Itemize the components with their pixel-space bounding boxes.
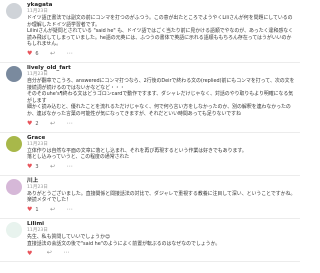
heart-icon: ♥: [27, 120, 33, 128]
avatar[interactable]: [6, 65, 22, 82]
comment-paragraph: 先生、私も質問していいでしょうか😊: [27, 233, 111, 240]
heart-icon: ♥: [27, 163, 33, 171]
comment-item: 川上 11月23日 ありがとうございました。直接関係と間接話法の対比で、ダジャレで重…: [0, 176, 300, 219]
comment-paragraph: 落とし込みっていうと、この程度の通常された: [27, 154, 130, 161]
like-button[interactable]: ♥ 3: [27, 163, 39, 170]
like-button[interactable]: ♥ 2: [27, 120, 39, 127]
comment-item: Grace 11月23日 立体作りは自然な平面の文章に落とし込まれ、それを再び再現す…: [0, 133, 300, 176]
more-icon[interactable]: ⋯: [66, 163, 74, 171]
comment-body: Grace 11月23日 立体作りは自然な平面の文章に落とし込まれ、それを再び再現す…: [27, 133, 296, 175]
comment-text: 先生、私も質問していいでしょうか😊 直接話法の会話文の後で"said he"のよう…: [27, 234, 296, 247]
comment-paragraph: 自分が翻章でこうろ、answeredにコンマ打つなら、2行後のDeirで終わる文…: [27, 77, 295, 91]
reply-icon[interactable]: ↩: [49, 120, 57, 128]
comment-author[interactable]: ykagata: [27, 2, 296, 9]
comment-actions: ♥ 6 ↩ ⋯: [27, 49, 296, 59]
comment-actions: ♥ 3 ↩ ⋯: [27, 162, 296, 172]
comment-text: 立体作りは自然な平面の文章に落とし込まれ、それを再び再現するという作業は好きでも…: [27, 148, 296, 161]
comment-author[interactable]: 川上: [27, 178, 296, 185]
comment-body: Lilimi 11月23日 先生、私も質問していいでしょうか😊 直接話法の会話文の後で…: [27, 219, 296, 261]
more-icon[interactable]: ⋯: [66, 120, 74, 128]
comment-body: lively_old_fart 11月23日 自分が翻章でこうろ、answeredに…: [27, 63, 296, 132]
comment-body: 川上 11月23日 ありがとうございました。直接関係と間接話法の対比で、ダジャレで重…: [27, 176, 296, 218]
comment-actions: ♥ 1 ↩ ⋯: [27, 205, 296, 215]
comment-text: 自分が翻章でこうろ、answeredにコンマ打つなら、2行後のDeirで終わる文…: [27, 78, 296, 118]
comment-item: lively_old_fart 11月23日 自分が翻章でこうろ、answeredに…: [0, 63, 300, 133]
comment-author[interactable]: lively_old_fart: [27, 65, 296, 72]
reply-icon[interactable]: ↩: [49, 206, 57, 214]
comment-paragraph: そのそのuhe's¶終わる文はどうゴロンcardで動作ですます、ダシャレだけじゃ…: [27, 91, 294, 104]
comment-paragraph: 細かく読み込むと、優れたことを流れるただけじゃなく、何で何ら言い方をしなかったの…: [27, 104, 291, 117]
like-count: 3: [35, 163, 39, 170]
reply-icon[interactable]: ↩: [45, 249, 53, 257]
more-icon[interactable]: ⋯: [62, 249, 70, 257]
comment-paragraph: ドイツ語正書法では副文の前にコンマを打つのがふつう。この意が出たところでようやく…: [27, 15, 293, 28]
comment-text: ドイツ語正書法では副文の前にコンマを打つのがふつう。この意が出たところでようやく…: [27, 15, 296, 48]
avatar[interactable]: [6, 178, 22, 195]
like-button[interactable]: ♥ 6: [27, 50, 39, 57]
more-icon[interactable]: ⋯: [66, 50, 74, 58]
more-icon[interactable]: ⋯: [66, 206, 74, 214]
reply-icon[interactable]: ↩: [49, 163, 57, 171]
comment-author[interactable]: Grace: [27, 135, 296, 142]
like-count: 6: [35, 50, 39, 57]
heart-icon: ♥: [27, 249, 33, 257]
comment-author[interactable]: Lilimi: [27, 221, 296, 228]
comment-body: ykagata 11月23日 ドイツ語正書法では副文の前にコンマを打つのがふつう。こ…: [27, 0, 296, 62]
reply-icon[interactable]: ↩: [49, 50, 57, 58]
avatar[interactable]: [6, 135, 22, 152]
heart-icon: ♥: [27, 50, 33, 58]
like-button[interactable]: ♥: [27, 250, 35, 257]
comment-item: ykagata 11月23日 ドイツ語正書法では副文の前にコンマを打つのがふつう。こ…: [0, 0, 300, 63]
avatar[interactable]: [6, 3, 22, 19]
like-count: 1: [35, 206, 39, 213]
comment-paragraph: Liliniさんが疑問とされている "said he" も、ドイツ語ではごく当た…: [27, 28, 294, 48]
comment-paragraph: ありがとうございました。直接関係と間接話法の対比で、ダジャレで重視する教養に注目…: [27, 190, 296, 204]
comment-paragraph: 直接話法の会話文の後で"said he"のようによく前置が転ぶるのはなぜなのでし…: [27, 240, 221, 247]
comment-feed: ykagata 11月23日 ドイツ語正書法では副文の前にコンマを打つのがふつう。こ…: [0, 0, 300, 273]
like-button[interactable]: ♥ 1: [27, 206, 39, 213]
comment-actions: ♥ ↩ ⋯: [27, 248, 296, 258]
comment-actions: ♥ 2 ↩ ⋯: [27, 119, 296, 129]
like-count: 2: [35, 120, 39, 127]
comment-item: Lilimi 11月23日 先生、私も質問していいでしょうか😊 直接話法の会話文の後で…: [0, 219, 300, 263]
comment-text: ありがとうございました。直接関係と間接話法の対比で、ダジャレで重視する教養に注目…: [27, 191, 296, 204]
avatar[interactable]: [6, 221, 22, 238]
heart-icon: ♥: [27, 206, 33, 214]
